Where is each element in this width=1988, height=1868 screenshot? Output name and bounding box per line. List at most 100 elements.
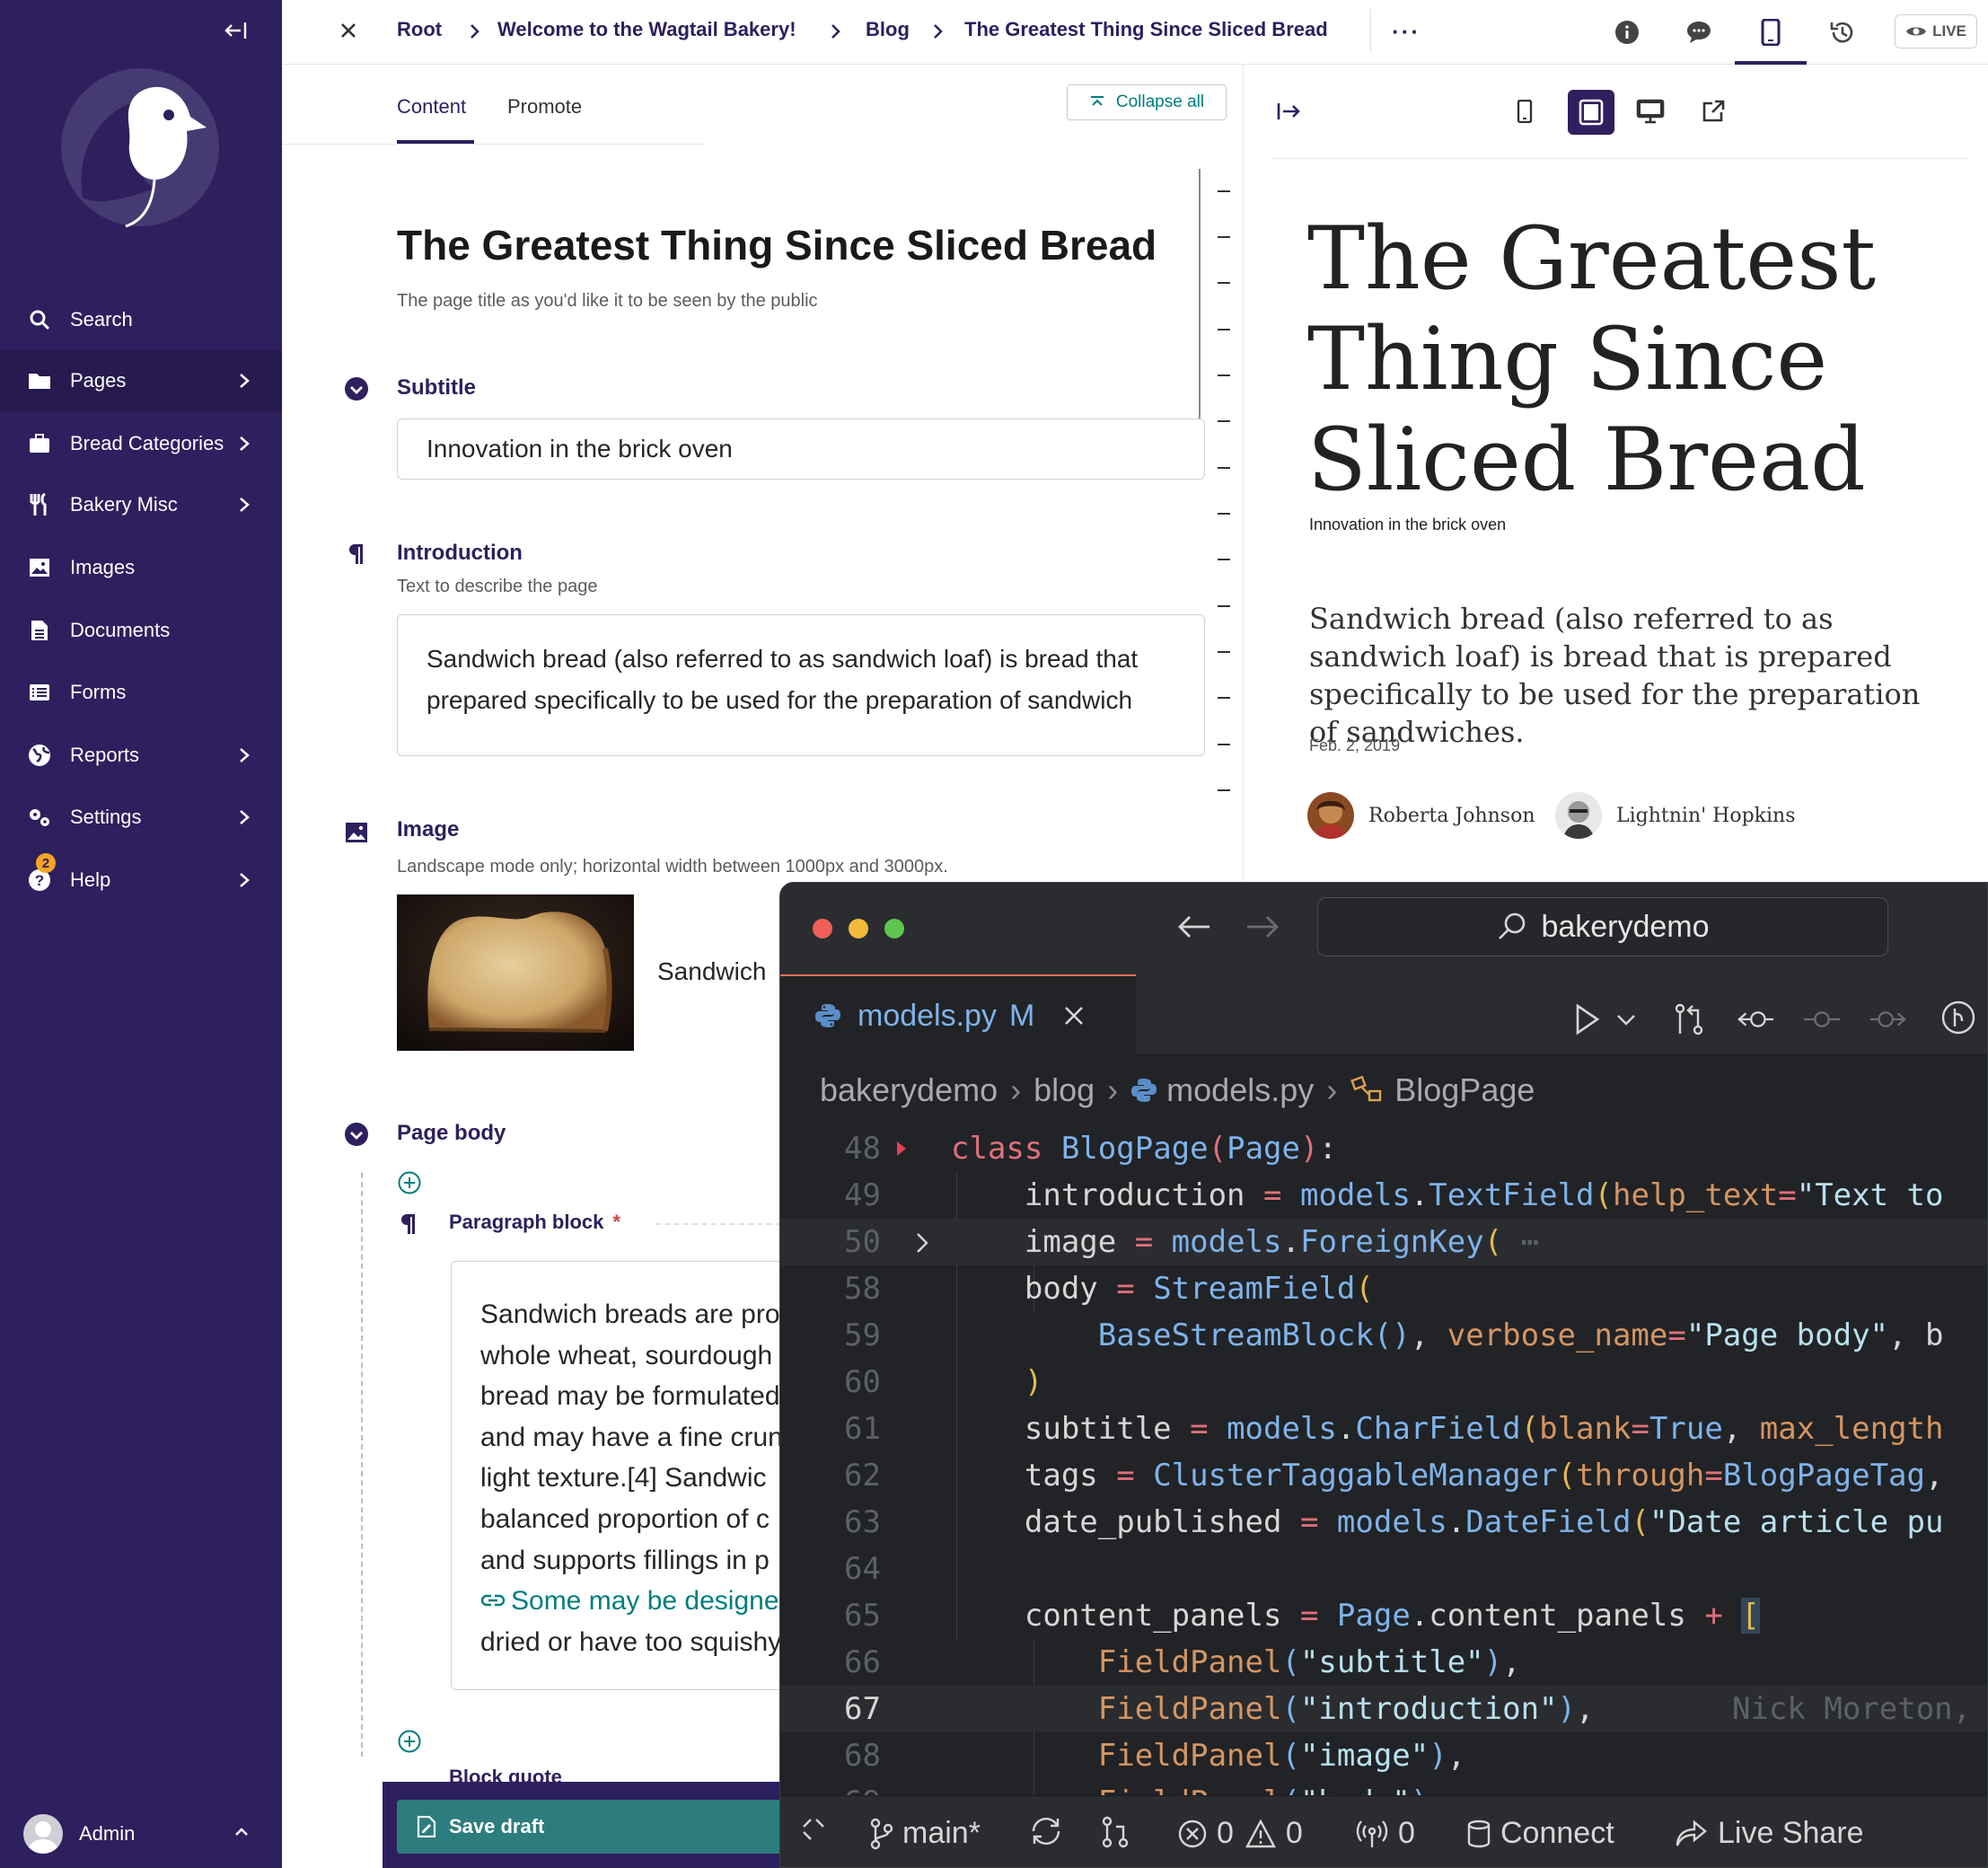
code-line: 67 FieldPanel("introduction"), Nick Moret… bbox=[780, 1686, 1987, 1732]
preview-title: The Greatest Thing Since Sliced Bread bbox=[1307, 208, 1877, 510]
collapse-sidebar-icon[interactable] bbox=[219, 16, 251, 45]
active-tab-indicator bbox=[1735, 61, 1807, 65]
class-symbol-icon bbox=[1350, 1075, 1382, 1102]
window-minimize-button[interactable] bbox=[849, 919, 868, 938]
breadcrumb-home[interactable]: Welcome to the Wagtail Bakery! bbox=[497, 18, 796, 41]
header-divider bbox=[1370, 9, 1371, 54]
sidebar-item-search[interactable]: Search bbox=[0, 289, 282, 350]
page-title-field[interactable]: The Greatest Thing Since Sliced Bread bbox=[397, 221, 1157, 269]
preview-tablet-size-icon[interactable] bbox=[1568, 90, 1614, 135]
image-thumbnail[interactable] bbox=[397, 894, 634, 1051]
window-close-button[interactable] bbox=[813, 919, 832, 938]
title-help-text: The page title as you'd like it to be se… bbox=[397, 291, 818, 311]
git-blame-annotation: Nick Moreton, bbox=[1732, 1691, 1972, 1727]
live-share-button[interactable]: Live Share bbox=[1675, 1816, 1864, 1851]
python-file-icon bbox=[1131, 1079, 1157, 1102]
preview-author[interactable]: Roberta Johnson bbox=[1307, 792, 1535, 839]
sidebar-item-images[interactable]: Images bbox=[0, 537, 282, 598]
folder-icon bbox=[27, 368, 52, 393]
image-icon bbox=[27, 555, 52, 580]
breadcrumb-root[interactable]: Root bbox=[397, 18, 442, 41]
code-area[interactable]: 48 class BlogPage(Page): 49 introduction … bbox=[780, 1125, 1987, 1795]
ports-status[interactable]: 0 bbox=[1355, 1816, 1415, 1851]
preview-mobile-size-icon[interactable] bbox=[1505, 92, 1544, 131]
sidebar-item-label: Bread Categories bbox=[70, 432, 224, 454]
sidebar-item-settings[interactable]: Settings bbox=[0, 787, 282, 848]
chevron-right-icon bbox=[240, 374, 250, 388]
breadcrumb-blog[interactable]: Blog bbox=[866, 18, 910, 41]
sidebar-item-pages[interactable]: Pages bbox=[0, 350, 282, 411]
sidebar-item-bakery-misc[interactable]: Bakery Misc bbox=[0, 474, 282, 535]
code-line: 69 FieldPanel("body"), bbox=[780, 1779, 1987, 1795]
chevron-down-circle-icon[interactable] bbox=[343, 1121, 370, 1148]
run-options-chevron-icon[interactable] bbox=[1606, 1000, 1646, 1039]
sidebar-item-label: Forms bbox=[70, 681, 127, 703]
svg-text:?: ? bbox=[35, 872, 44, 889]
tab-content[interactable]: Content bbox=[397, 95, 466, 119]
info-icon[interactable] bbox=[1611, 16, 1643, 48]
more-actions-button[interactable]: ··· bbox=[1392, 18, 1421, 46]
avatar bbox=[23, 1814, 63, 1854]
fold-chevron-icon[interactable] bbox=[913, 1229, 931, 1256]
subtitle-input[interactable]: Innovation in the brick oven bbox=[397, 419, 1205, 480]
chevron-down-circle-icon[interactable] bbox=[343, 375, 370, 402]
preview-mobile-icon[interactable] bbox=[1755, 16, 1787, 48]
live-share-icon bbox=[1676, 1819, 1707, 1846]
close-tab-icon[interactable] bbox=[1061, 1003, 1086, 1028]
window-zoom-button[interactable] bbox=[884, 919, 904, 938]
close-preview-icon[interactable] bbox=[1270, 92, 1309, 131]
run-icon[interactable] bbox=[1567, 1000, 1606, 1039]
python-file-icon bbox=[815, 1004, 840, 1027]
code-line: 60 ) bbox=[844, 1364, 1043, 1400]
live-status-badge[interactable]: LIVE bbox=[1895, 14, 1977, 48]
tab-promote[interactable]: Promote bbox=[507, 95, 582, 119]
add-block-icon[interactable] bbox=[398, 1730, 421, 1753]
git-graph-icon[interactable] bbox=[1939, 998, 1978, 1037]
editor-tab-models-py[interactable]: models.py M bbox=[780, 974, 1136, 1055]
remote-indicator-icon[interactable] bbox=[800, 1816, 836, 1843]
command-center-search[interactable]: bakerydemo bbox=[1317, 897, 1888, 956]
forward-arrow-icon[interactable] bbox=[1245, 913, 1280, 940]
compare-changes-icon[interactable] bbox=[1669, 1000, 1709, 1039]
preview-author[interactable]: Lightnin' Hopkins bbox=[1555, 792, 1796, 839]
editor-tab-bar: models.py M bbox=[780, 974, 1987, 1055]
chevron-right-icon bbox=[240, 810, 250, 824]
preview-toolbar-divider bbox=[1271, 158, 1968, 159]
sidebar-item-bread-categories[interactable]: Bread Categories bbox=[0, 413, 282, 474]
history-icon[interactable] bbox=[1826, 16, 1859, 48]
code-editor-titlebar: bakerydemo bbox=[780, 883, 1987, 974]
breadcrumb-current[interactable]: The Greatest Thing Since Sliced Bread bbox=[964, 18, 1328, 41]
commit-icon[interactable] bbox=[1802, 1000, 1842, 1039]
preview-desktop-size-icon[interactable] bbox=[1631, 92, 1670, 131]
comment-icon[interactable] bbox=[1683, 16, 1715, 48]
collapse-all-button[interactable]: Collapse all bbox=[1067, 84, 1227, 120]
sidebar-item-label: Help bbox=[70, 868, 111, 891]
sidebar-item-reports[interactable]: Reports bbox=[0, 725, 282, 786]
chevron-right-icon bbox=[240, 748, 250, 762]
next-change-icon[interactable] bbox=[1869, 1000, 1908, 1039]
introduction-field[interactable]: Sandwich bread (also referred to as sand… bbox=[397, 614, 1205, 756]
sidebar-item-label: Bakery Misc bbox=[70, 493, 178, 515]
previous-change-icon[interactable] bbox=[1736, 1000, 1775, 1039]
wagtail-logo[interactable] bbox=[56, 63, 224, 232]
editor-breadcrumbs[interactable]: bakerydemo › blog › models.py › BlogPage bbox=[820, 1071, 1535, 1109]
add-block-icon[interactable] bbox=[398, 1171, 421, 1194]
sidebar-item-label: Search bbox=[70, 308, 133, 330]
sidebar-item-forms[interactable]: Forms bbox=[0, 662, 282, 723]
close-icon[interactable] bbox=[334, 16, 363, 45]
warning-icon bbox=[1245, 1818, 1276, 1847]
inline-link[interactable]: Some may be designe bbox=[480, 1581, 827, 1622]
pull-requests-icon[interactable] bbox=[1100, 1816, 1139, 1848]
branch-status[interactable]: main* bbox=[868, 1816, 981, 1851]
problems-status[interactable]: 0 0 bbox=[1177, 1816, 1303, 1851]
sidebar-item-documents[interactable]: Documents bbox=[0, 600, 282, 661]
save-draft-button[interactable]: Save draft bbox=[397, 1800, 792, 1854]
open-preview-new-tab-icon[interactable] bbox=[1693, 92, 1733, 131]
page-header: Root Welcome to the Wagtail Bakery! Blog… bbox=[282, 0, 1988, 65]
paragraph-block-editor[interactable]: Sandwich breads are pro whole wheat, sou… bbox=[451, 1261, 828, 1690]
sidebar: Search Pages Bread Categories Bakery Mis… bbox=[0, 0, 282, 1868]
connect-button[interactable]: Connect bbox=[1466, 1816, 1614, 1851]
sync-icon[interactable] bbox=[1028, 1816, 1073, 1846]
account-menu[interactable]: Admin bbox=[23, 1814, 248, 1854]
back-arrow-icon[interactable] bbox=[1177, 913, 1211, 940]
